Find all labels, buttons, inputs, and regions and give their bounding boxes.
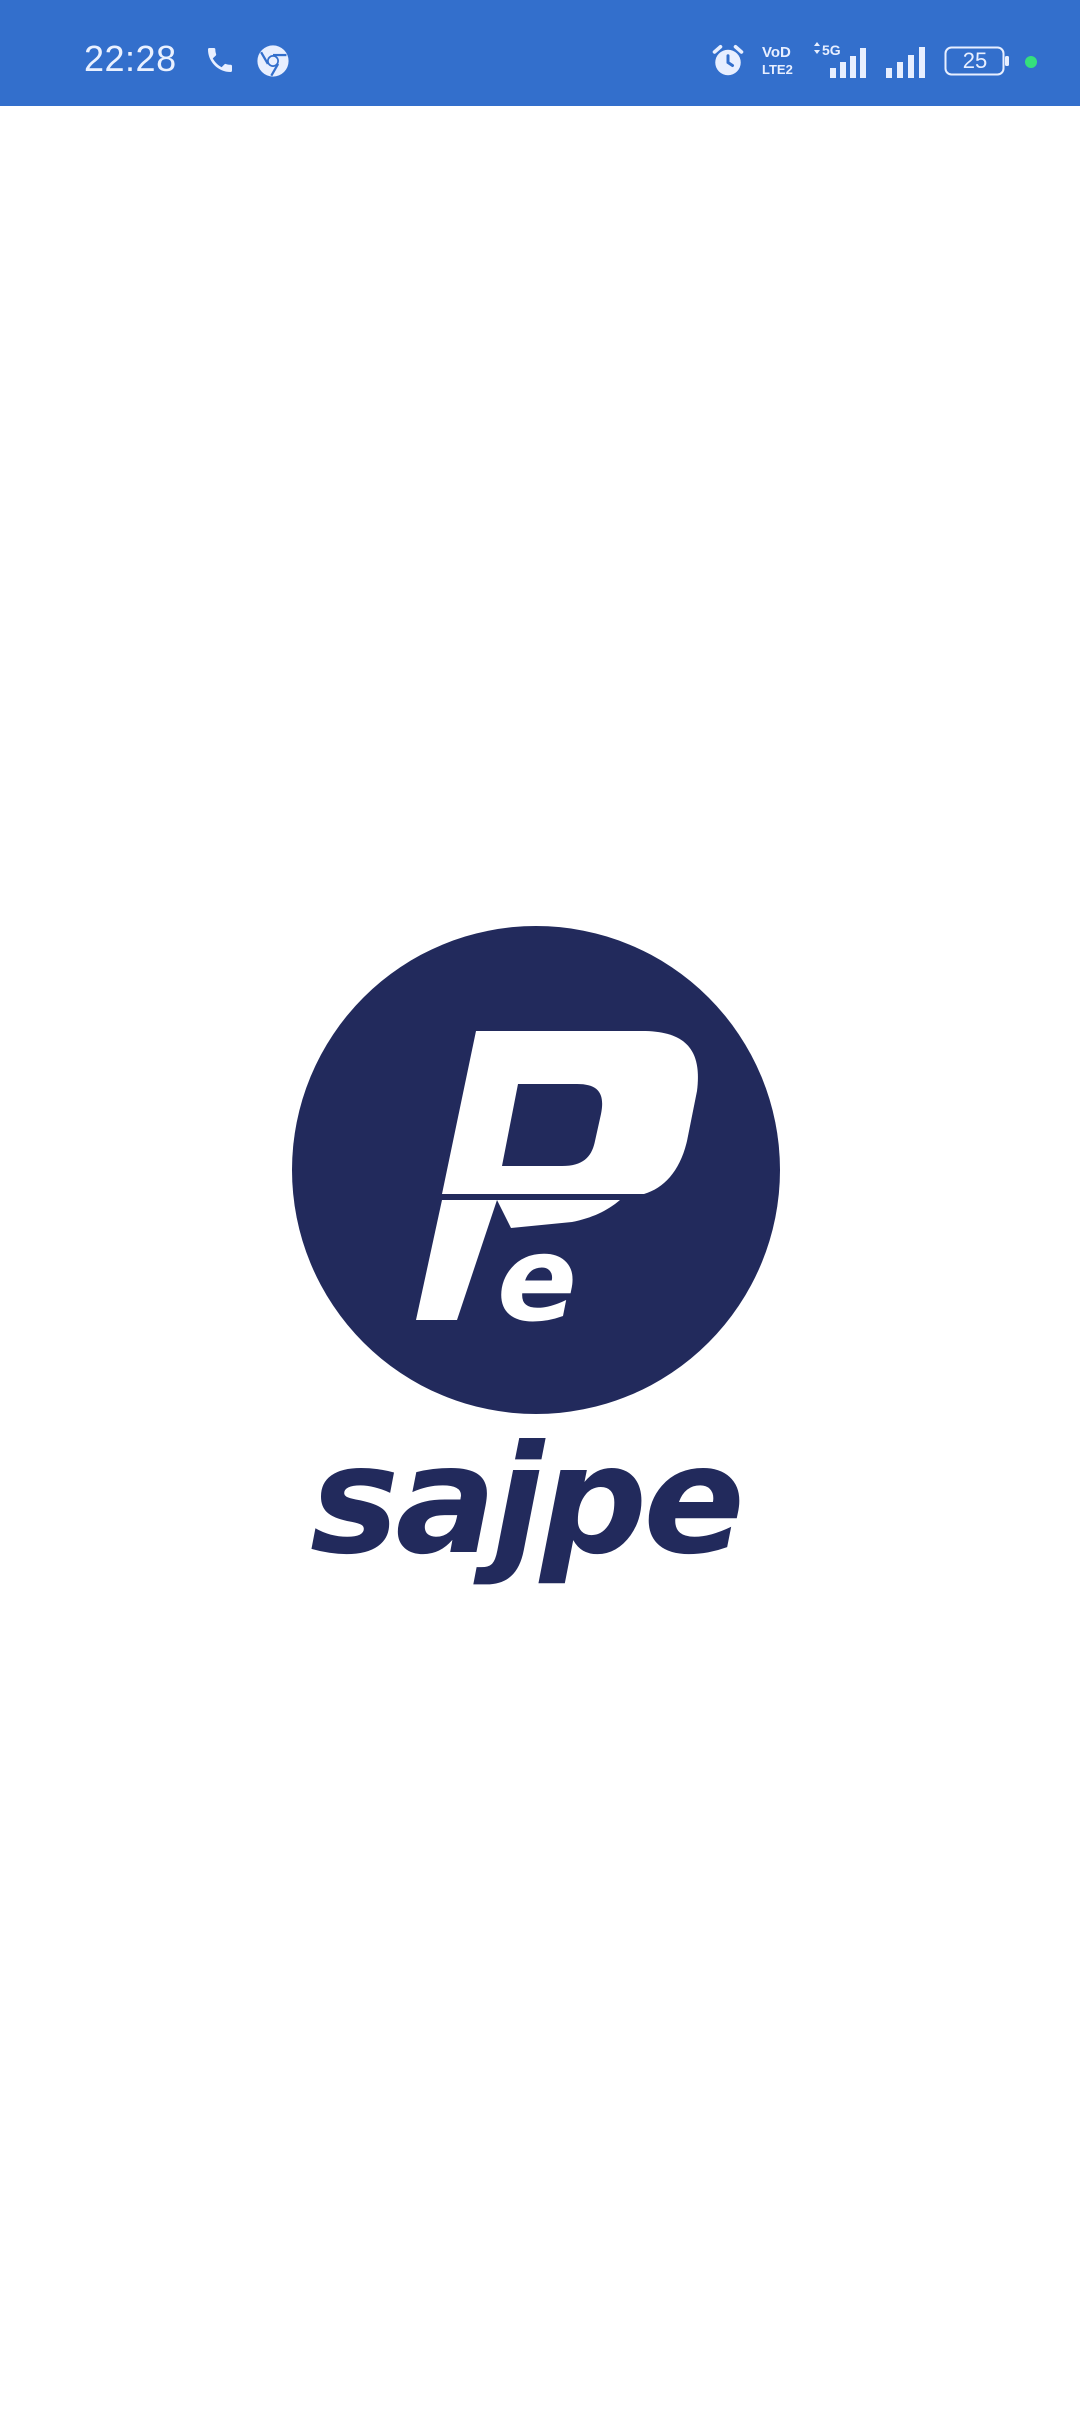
sajpe-logo-icon: e: [292, 926, 780, 1414]
signal-5g-icon: 5G: [814, 42, 866, 78]
chrome-icon: [257, 45, 289, 77]
call-icon: [208, 48, 232, 72]
svg-text:5G: 5G: [822, 42, 841, 58]
alarm-icon: [712, 44, 744, 76]
volte-icon: VoD LTE2: [762, 44, 793, 77]
sajpe-wordmark: sajpe: [310, 1420, 745, 1588]
svg-text:VoD: VoD: [762, 44, 791, 61]
svg-text:sajpe: sajpe: [310, 1420, 741, 1588]
battery-level: 25: [962, 48, 988, 73]
svg-text:e: e: [497, 1210, 577, 1348]
status-time: 22:28: [84, 38, 177, 79]
privacy-dot: [1025, 56, 1037, 68]
signal-icon: [886, 47, 925, 78]
status-bar: 22:28 VoD LTE2 5G 25: [0, 0, 1080, 106]
svg-text:LTE2: LTE2: [762, 62, 793, 77]
